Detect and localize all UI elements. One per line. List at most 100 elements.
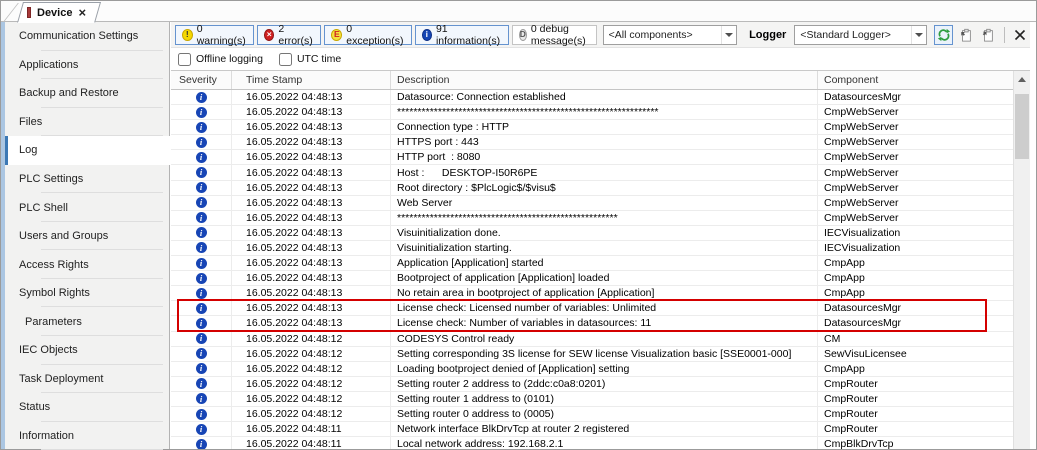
sidebar-item-backup-and-restore[interactable]: Backup and Restore [5,79,169,108]
timestamp-cell: 16.05.2022 04:48:12 [232,347,391,361]
log-row[interactable]: i16.05.2022 04:48:13Visuinitialization s… [171,241,1013,256]
logger-dropdown[interactable]: <Standard Logger> [794,25,927,45]
column-header-description[interactable]: Description [391,71,818,89]
info-icon: i [196,258,207,269]
severity-cell: i [171,286,232,300]
log-row[interactable]: i16.05.2022 04:48:12Setting router 0 add… [171,407,1013,422]
log-row[interactable]: i16.05.2022 04:48:12Loading bootproject … [171,362,1013,377]
scrollbar-thumb[interactable] [1015,94,1029,159]
sidebar-item-parameters[interactable]: Parameters [5,307,169,336]
exception-filter-button[interactable]: E0 exception(s) [324,25,411,45]
sidebar-item-status[interactable]: Status [5,393,169,422]
timestamp-cell: 16.05.2022 04:48:12 [232,332,391,346]
log-row[interactable]: i16.05.2022 04:48:13Datasource: Connecti… [171,90,1013,105]
info-icon: i [196,303,207,314]
utc-time-checkbox[interactable]: UTC time [279,53,341,66]
log-row[interactable]: i16.05.2022 04:48:13Web ServerCmpWebServ… [171,196,1013,211]
log-row[interactable]: i16.05.2022 04:48:12Setting correspondin… [171,347,1013,362]
component-cell: IECVisualization [818,241,1013,255]
error-filter-button[interactable]: ×2 error(s) [257,25,321,45]
chevron-down-icon[interactable] [911,26,926,44]
sidebar-item-information[interactable]: Information [5,422,169,450]
logger-dropdown-value: <Standard Logger> [800,29,891,41]
severity-cell: i [171,301,232,315]
component-cell: CmpWebServer [818,135,1013,149]
description-cell: Loading bootproject denied of [Applicati… [391,362,818,376]
column-header-severity[interactable]: Severity [171,71,232,89]
sidebar-item-communication-settings[interactable]: Communication Settings [5,22,169,51]
sidebar-item-applications[interactable]: Applications [5,51,169,80]
timestamp-cell: 16.05.2022 04:48:13 [232,316,391,330]
timestamp-cell: 16.05.2022 04:48:12 [232,407,391,421]
log-row[interactable]: i16.05.2022 04:48:11Local network addres… [171,437,1013,449]
log-row[interactable]: i16.05.2022 04:48:12Setting router 1 add… [171,392,1013,407]
sidebar-item-task-deployment[interactable]: Task Deployment [5,365,169,394]
scrollbar-up-arrow-icon[interactable] [1014,71,1030,88]
info-icon: i [196,363,207,374]
clear-log-button[interactable] [1011,25,1030,45]
sidebar-item-symbol-rights[interactable]: Symbol Rights [5,279,169,308]
description-cell: Connection type : HTTP [391,120,818,134]
utc-time-box[interactable] [279,53,292,66]
timestamp-cell: 16.05.2022 04:48:13 [232,105,391,119]
log-table-header: Severity Time Stamp Description Componen… [171,71,1013,90]
log-row[interactable]: i16.05.2022 04:48:13Host : DESKTOP-I50R6… [171,165,1013,180]
severity-cell: i [171,362,232,376]
log-row[interactable]: i16.05.2022 04:48:13Application [Applica… [171,256,1013,271]
components-dropdown[interactable]: <All components> [603,25,737,45]
chevron-down-icon[interactable] [721,26,736,44]
tab-close-icon[interactable]: × [78,7,86,18]
offline-logging-checkbox[interactable]: Offline logging [178,53,263,66]
timestamp-cell: 16.05.2022 04:48:13 [232,120,391,134]
component-cell: CmpApp [818,256,1013,270]
sidebar-item-files[interactable]: Files [5,108,169,137]
description-cell: ****************************************… [391,211,818,225]
description-cell: Bootproject of application [Application]… [391,271,818,285]
info-icon: i [196,424,207,435]
sidebar-item-users-and-groups[interactable]: Users and Groups [5,222,169,251]
debug-filter-button[interactable]: D0 debug message(s) [512,25,597,45]
severity-cell: i [171,392,232,406]
load-log-button[interactable] [979,25,998,45]
sidebar-item-log[interactable]: Log [5,136,170,165]
import-log-icon [981,28,995,42]
sidebar-item-iec-objects[interactable]: IEC Objects [5,336,169,365]
sidebar-item-plc-settings[interactable]: PLC Settings [5,165,169,194]
log-row[interactable]: i16.05.2022 04:48:11Network interface Bl… [171,422,1013,437]
vertical-scrollbar[interactable] [1013,71,1030,449]
save-log-button[interactable] [956,25,975,45]
log-row[interactable]: i16.05.2022 04:48:13Root directory : $Pl… [171,181,1013,196]
sidebar-item-plc-shell[interactable]: PLC Shell [5,193,169,222]
error-filter-label: 2 error(s) [278,23,314,47]
tab-device[interactable]: Device × [17,2,95,23]
timestamp-cell: 16.05.2022 04:48:13 [232,150,391,164]
information-filter-button[interactable]: i91 information(s) [415,25,509,45]
refresh-button[interactable] [934,25,953,45]
component-cell: DatasourcesMgr [818,316,1013,330]
log-row[interactable]: i16.05.2022 04:48:13********************… [171,105,1013,120]
timestamp-cell: 16.05.2022 04:48:13 [232,135,391,149]
exception-icon: E [331,29,342,41]
warning-filter-button[interactable]: !0 warning(s) [175,25,254,45]
column-header-component[interactable]: Component [818,71,1013,89]
sidebar-item-access-rights[interactable]: Access Rights [5,250,169,279]
log-row[interactable]: i16.05.2022 04:48:13Connection type : HT… [171,120,1013,135]
component-cell: DatasourcesMgr [818,301,1013,315]
component-cell: CmpRouter [818,407,1013,421]
tab-title: Device [37,7,72,19]
log-row[interactable]: i16.05.2022 04:48:12CODESYS Control read… [171,332,1013,347]
description-cell: Visuinitialization done. [391,226,818,240]
log-row[interactable]: i16.05.2022 04:48:13No retain area in bo… [171,286,1013,301]
column-header-timestamp[interactable]: Time Stamp [232,71,391,89]
log-row[interactable]: i16.05.2022 04:48:13License check: Licen… [171,301,1013,316]
log-row[interactable]: i16.05.2022 04:48:12Setting router 2 add… [171,377,1013,392]
info-icon: i [196,439,207,449]
offline-logging-box[interactable] [178,53,191,66]
info-icon: i [196,333,207,344]
log-row[interactable]: i16.05.2022 04:48:13HTTPS port : 443CmpW… [171,135,1013,150]
log-row[interactable]: i16.05.2022 04:48:13HTTP port : 8080CmpW… [171,150,1013,165]
log-row[interactable]: i16.05.2022 04:48:13********************… [171,211,1013,226]
log-row[interactable]: i16.05.2022 04:48:13License check: Numbe… [171,316,1013,331]
log-row[interactable]: i16.05.2022 04:48:13Visuinitialization d… [171,226,1013,241]
log-row[interactable]: i16.05.2022 04:48:13Bootproject of appli… [171,271,1013,286]
